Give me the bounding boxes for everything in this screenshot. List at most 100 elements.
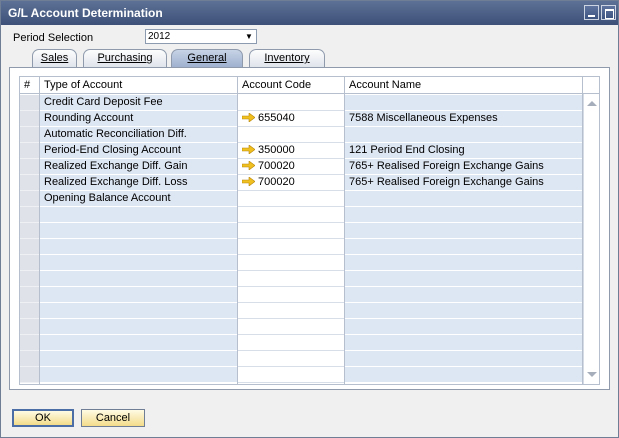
table-row[interactable]: Rounding Account 655040 7588 Miscellaneous… xyxy=(20,111,582,127)
account-code-cell[interactable] xyxy=(238,191,344,207)
table-row[interactable]: Period-End Closing Account 350000 121 Peri… xyxy=(20,143,582,159)
table-row[interactable] xyxy=(20,303,582,319)
row-number-cell[interactable] xyxy=(20,319,39,335)
table-row[interactable]: Realized Exchange Diff. Loss 700020 765+ R… xyxy=(20,175,582,191)
row-number-cell[interactable] xyxy=(20,367,39,383)
account-code-cell[interactable] xyxy=(238,223,344,239)
column-header-type-of-account[interactable]: Type of Account xyxy=(40,77,237,94)
account-code-cell[interactable] xyxy=(238,95,344,111)
table-row[interactable] xyxy=(20,351,582,367)
row-number-cell[interactable] xyxy=(20,175,39,191)
scroll-down-icon[interactable] xyxy=(587,372,597,377)
type-of-account-cell xyxy=(40,351,237,367)
row-number-cell[interactable] xyxy=(20,191,39,207)
link-arrow-icon[interactable] xyxy=(241,112,256,123)
type-of-account-cell xyxy=(40,367,237,383)
account-name-cell xyxy=(345,95,582,111)
account-code-cell[interactable]: 700020 xyxy=(238,175,344,191)
table-row[interactable] xyxy=(20,271,582,287)
row-number-cell[interactable] xyxy=(20,351,39,367)
account-name-cell xyxy=(345,335,582,351)
title-bar[interactable]: G/L Account Determination xyxy=(1,1,618,25)
row-number-cell[interactable] xyxy=(20,159,39,175)
type-of-account-cell xyxy=(40,319,237,335)
account-name-cell xyxy=(345,319,582,335)
table-row[interactable] xyxy=(20,287,582,303)
account-code-cell[interactable] xyxy=(238,255,344,271)
account-code-cell[interactable]: 350000 xyxy=(238,143,344,159)
table-row[interactable] xyxy=(20,255,582,271)
ok-button[interactable]: OK xyxy=(12,409,74,427)
tab-purchasing[interactable]: Purchasing xyxy=(83,49,167,67)
table-row[interactable] xyxy=(20,239,582,255)
account-name-cell: 765+ Realised Foreign Exchange Gains xyxy=(345,175,582,191)
row-number-cell[interactable] xyxy=(20,303,39,319)
row-number-cell[interactable] xyxy=(20,287,39,303)
account-code-cell[interactable] xyxy=(238,127,344,143)
table-row[interactable]: Credit Card Deposit Fee xyxy=(20,95,582,111)
table-row[interactable]: Opening Balance Account xyxy=(20,191,582,207)
table-row[interactable] xyxy=(20,319,582,335)
link-arrow-icon[interactable] xyxy=(241,144,256,155)
gl-account-determination-window: G/L Account Determination Period Selecti… xyxy=(0,0,619,438)
row-number-cell[interactable] xyxy=(20,95,39,111)
account-code-cell[interactable] xyxy=(238,367,344,383)
column-header-account-name[interactable]: Account Name xyxy=(345,77,582,94)
account-code-cell[interactable] xyxy=(238,335,344,351)
account-name-cell xyxy=(345,127,582,143)
general-tab-panel: # Type of Account Account Code Account N… xyxy=(9,67,610,390)
account-code-value: 700020 xyxy=(258,176,295,188)
link-arrow-icon[interactable] xyxy=(241,160,256,171)
row-number-cell[interactable] xyxy=(20,255,39,271)
table-row[interactable]: Automatic Reconciliation Diff. xyxy=(20,127,582,143)
table-row[interactable] xyxy=(20,367,582,383)
row-number-cell[interactable] xyxy=(20,111,39,127)
account-code-cell[interactable] xyxy=(238,239,344,255)
account-code-cell[interactable] xyxy=(238,207,344,223)
minimize-icon[interactable] xyxy=(584,5,599,20)
row-number-cell[interactable] xyxy=(20,239,39,255)
chevron-down-icon[interactable]: ▼ xyxy=(243,31,255,42)
column-header-number[interactable]: # xyxy=(20,77,39,94)
type-of-account-cell xyxy=(40,239,237,255)
account-name-cell: 7588 Miscellaneous Expenses xyxy=(345,111,582,127)
row-number-cell[interactable] xyxy=(20,207,39,223)
account-code-cell[interactable] xyxy=(238,287,344,303)
type-of-account-cell xyxy=(40,207,237,223)
type-of-account-cell: Opening Balance Account xyxy=(40,191,237,207)
type-of-account-cell xyxy=(40,287,237,303)
account-code-cell[interactable] xyxy=(238,271,344,287)
maximize-icon[interactable] xyxy=(601,5,616,20)
period-selection-dropdown[interactable]: 2012 ▼ xyxy=(145,29,257,44)
type-of-account-cell xyxy=(40,303,237,319)
column-header-account-code[interactable]: Account Code xyxy=(238,77,344,94)
account-code-cell[interactable] xyxy=(238,319,344,335)
account-name-cell xyxy=(345,191,582,207)
table-row[interactable]: Realized Exchange Diff. Gain 700020 765+ R… xyxy=(20,159,582,175)
row-number-cell[interactable] xyxy=(20,127,39,143)
tab-general[interactable]: General xyxy=(171,49,243,67)
scroll-up-icon[interactable] xyxy=(587,101,597,106)
account-name-cell xyxy=(345,367,582,383)
vertical-scrollbar[interactable] xyxy=(583,94,599,384)
table-row[interactable] xyxy=(20,223,582,239)
row-number-cell[interactable] xyxy=(20,335,39,351)
account-code-cell[interactable]: 655040 xyxy=(238,111,344,127)
cancel-button[interactable]: Cancel xyxy=(81,409,145,427)
account-name-cell xyxy=(345,303,582,319)
account-name-cell xyxy=(345,239,582,255)
row-number-cell[interactable] xyxy=(20,143,39,159)
account-code-cell[interactable]: 700020 xyxy=(238,159,344,175)
account-code-cell[interactable] xyxy=(238,303,344,319)
tab-sales[interactable]: Sales xyxy=(32,49,77,67)
table-row[interactable] xyxy=(20,335,582,351)
account-code-cell[interactable] xyxy=(238,351,344,367)
account-name-cell: 121 Period End Closing xyxy=(345,143,582,159)
account-name-cell xyxy=(345,207,582,223)
row-number-cell[interactable] xyxy=(20,271,39,287)
tab-inventory[interactable]: Inventory xyxy=(249,49,325,67)
type-of-account-cell xyxy=(40,271,237,287)
table-row[interactable] xyxy=(20,207,582,223)
link-arrow-icon[interactable] xyxy=(241,176,256,187)
row-number-cell[interactable] xyxy=(20,223,39,239)
